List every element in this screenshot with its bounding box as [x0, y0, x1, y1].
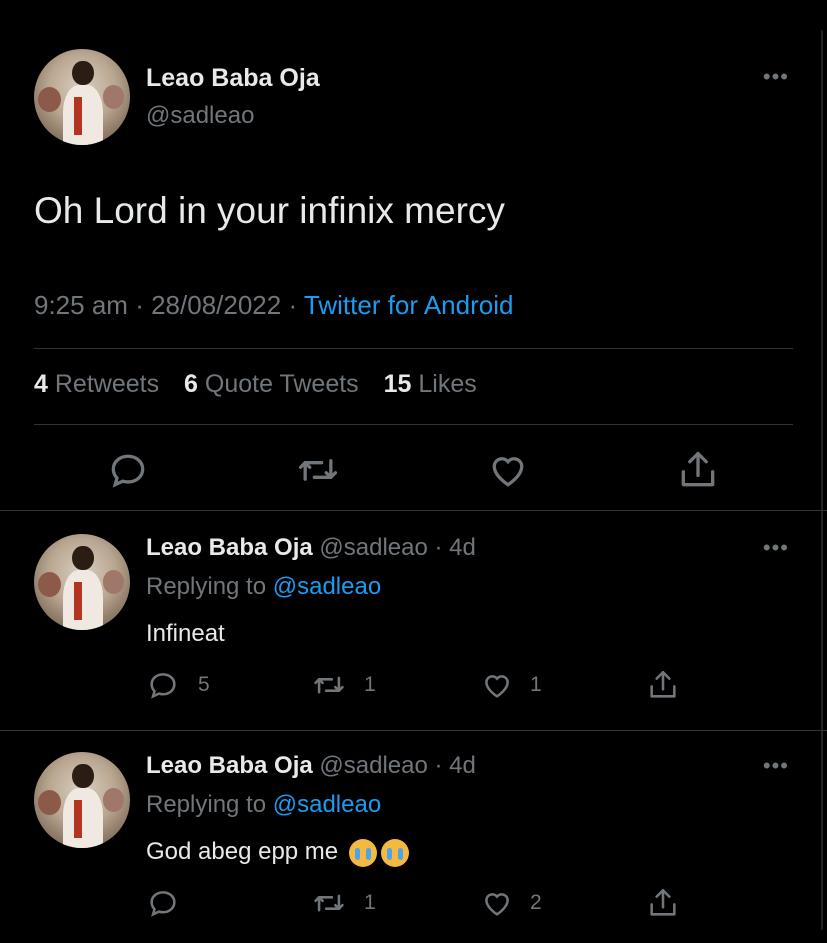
tweet-source-link[interactable]: Twitter for Android: [304, 290, 514, 320]
meta-separator: ·: [135, 290, 144, 320]
tweet-text: Oh Lord in your infinix mercy: [34, 190, 505, 231]
tweet-meta: 9:25 am · 28/08/2022 · Twitter for Andro…: [34, 290, 513, 321]
reply-text-row: God abeg epp me: [146, 838, 409, 867]
tweet-stats: 4 Retweets 6 Quote Tweets 15 Likes: [34, 370, 477, 399]
reply-header: Leao Baba Oja @sadleao · 4d: [146, 752, 476, 780]
likes-stat[interactable]: 15 Likes: [384, 370, 477, 398]
share-icon[interactable]: [676, 448, 720, 492]
replying-to: Replying to @sadleao: [146, 573, 382, 600]
comment-icon[interactable]: [106, 448, 150, 492]
reply-age[interactable]: · 4d: [435, 534, 476, 561]
comment-icon[interactable]: [146, 886, 180, 920]
heart-icon[interactable]: [486, 448, 530, 492]
replying-to: Replying to @sadleao: [146, 791, 382, 818]
reply-author-avatar[interactable]: [34, 534, 130, 630]
scrollbar[interactable]: [821, 30, 823, 930]
crying-face-emoji-icon: [348, 838, 377, 867]
quote-tweets-stat[interactable]: 6 Quote Tweets: [184, 370, 359, 398]
divider: [34, 348, 793, 349]
like-count: 2: [530, 891, 542, 914]
retweets-stat[interactable]: 4 Retweets: [34, 370, 159, 398]
retweet-icon[interactable]: [296, 448, 340, 492]
divider: [0, 730, 827, 731]
divider: [34, 424, 793, 425]
more-options-icon[interactable]: •••: [763, 66, 789, 88]
reply-text: Infineat: [146, 620, 225, 647]
divider: [0, 510, 827, 511]
retweet-count: 1: [364, 891, 376, 914]
retweet-icon[interactable]: [312, 886, 346, 920]
share-icon[interactable]: [646, 886, 680, 920]
reply-author-handle[interactable]: @sadleao: [319, 534, 427, 561]
more-options-icon[interactable]: •••: [763, 755, 789, 777]
reply-author-name[interactable]: Leao Baba Oja: [146, 534, 313, 561]
crying-face-emoji-icon: [380, 838, 409, 867]
reply-header: Leao Baba Oja @sadleao · 4d: [146, 534, 476, 562]
tweet-date[interactable]: 28/08/2022: [151, 290, 281, 320]
reply-age[interactable]: · 4d: [435, 752, 476, 779]
reply-author-name[interactable]: Leao Baba Oja: [146, 752, 313, 779]
meta-separator: ·: [288, 290, 298, 320]
tweet-time[interactable]: 9:25 am: [34, 290, 128, 320]
reply-count: 5: [198, 673, 210, 696]
tweet-detail-page: Leao Baba Oja @sadleao ••• Oh Lord in yo…: [0, 0, 827, 943]
retweet-icon[interactable]: [312, 668, 346, 702]
retweet-count: 1: [364, 673, 376, 696]
like-count: 1: [530, 673, 542, 696]
author-avatar[interactable]: [34, 49, 130, 145]
reply-author-handle[interactable]: @sadleao: [319, 752, 427, 779]
mention-link[interactable]: @sadleao: [273, 573, 381, 600]
share-icon[interactable]: [646, 668, 680, 702]
heart-icon[interactable]: [480, 668, 514, 702]
comment-icon[interactable]: [146, 668, 180, 702]
author-name[interactable]: Leao Baba Oja: [146, 64, 320, 93]
mention-link[interactable]: @sadleao: [273, 791, 381, 818]
author-handle[interactable]: @sadleao: [146, 102, 254, 130]
reply-author-avatar[interactable]: [34, 752, 130, 848]
more-options-icon[interactable]: •••: [763, 537, 789, 559]
heart-icon[interactable]: [480, 886, 514, 920]
reply-text: God abeg epp me: [146, 838, 339, 865]
